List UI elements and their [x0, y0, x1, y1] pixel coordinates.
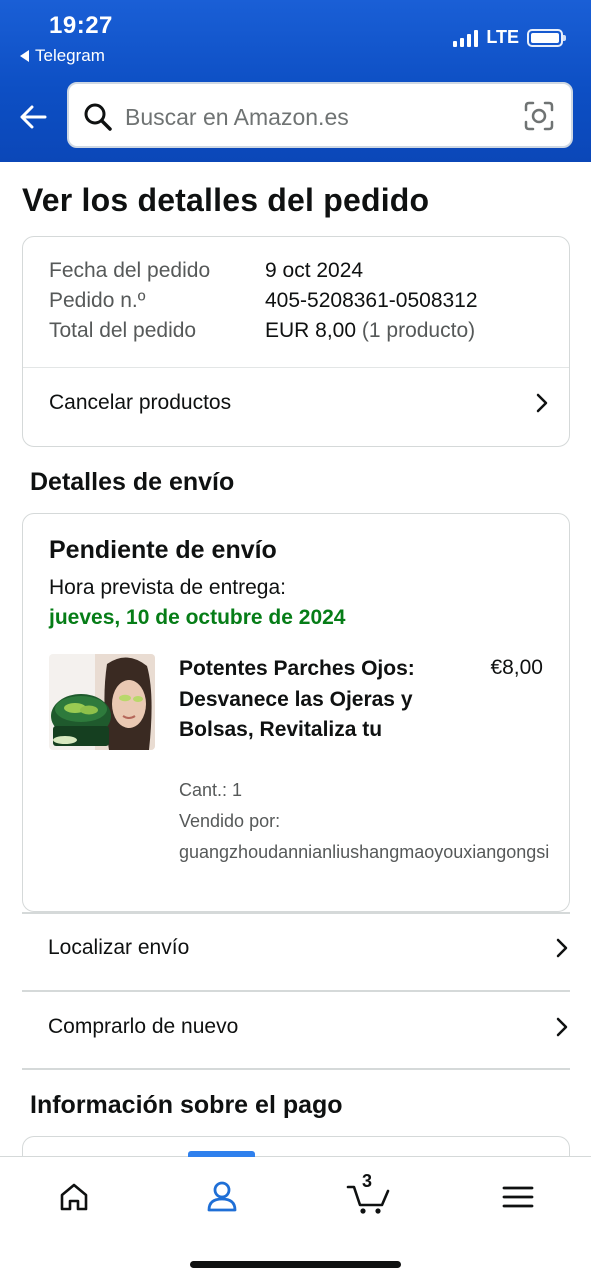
product-seller-label: Vendido por:	[179, 811, 281, 831]
chevron-right-icon	[556, 938, 568, 958]
menu-icon[interactable]	[498, 1177, 538, 1217]
camera-scan-icon[interactable]	[523, 100, 555, 132]
cart-count-badge: 3	[362, 1171, 373, 1191]
account-icon[interactable]	[202, 1177, 242, 1217]
cancel-products-link[interactable]: Cancelar productos	[49, 391, 549, 415]
search-placeholder: Buscar en Amazon.es	[125, 104, 349, 130]
back-triangle-icon	[20, 50, 29, 62]
order-summary-card: Fecha del pedido 9 oct 2024 Pedido n.º 4…	[22, 236, 570, 447]
battery-icon	[527, 28, 566, 47]
back-to-telegram-link[interactable]: Telegram	[20, 46, 105, 66]
order-total-count: (1 producto)	[361, 319, 476, 342]
divider	[22, 990, 570, 992]
product-quantity: Cant.: 1	[179, 780, 243, 800]
back-arrow-icon[interactable]	[18, 102, 48, 132]
track-shipment-link[interactable]: Localizar envío	[48, 936, 569, 960]
chevron-right-icon	[556, 1017, 568, 1037]
shipping-section-title: Detalles de envío	[30, 468, 235, 496]
order-total-row: Total del pedido EUR 8,00 (1 producto)	[49, 319, 475, 343]
track-shipment-label: Localizar envío	[48, 936, 190, 959]
product-image[interactable]	[49, 654, 155, 750]
home-icon[interactable]	[54, 1177, 94, 1217]
divider	[23, 367, 569, 368]
active-tab-indicator	[188, 1151, 255, 1157]
order-total-amount: EUR 8,00	[265, 319, 357, 342]
buy-again-label: Comprarlo de nuevo	[48, 1015, 239, 1038]
search-icon	[84, 103, 112, 131]
order-total-value: EUR 8,00 (1 producto)	[265, 319, 475, 343]
network-label: LTE	[486, 27, 519, 47]
cancel-products-label: Cancelar productos	[49, 391, 232, 414]
search-input[interactable]: Buscar en Amazon.es	[67, 82, 573, 148]
order-number-value: 405-5208361-0508312	[265, 289, 478, 312]
payment-section-title: Información sobre el pago	[30, 1091, 343, 1119]
divider	[22, 912, 570, 914]
product-price: €8,00	[490, 656, 543, 679]
cart-button[interactable]: 3	[346, 1171, 394, 1217]
home-indicator-bar	[190, 1261, 401, 1268]
bottom-navigation: 3	[0, 1151, 591, 1280]
divider	[22, 1068, 570, 1070]
product-title-link[interactable]: Potentes Parches Ojos: Desvanece las Oje…	[179, 654, 439, 746]
order-date-row: Fecha del pedido 9 oct 2024	[49, 259, 363, 283]
status-time: 19:27	[49, 12, 113, 39]
delivery-eta-label: Hora prevista de entrega:	[49, 576, 286, 599]
product-seller-link[interactable]: guangzhoudannianliushangmaoyouxiangongsi	[179, 842, 569, 863]
buy-again-link[interactable]: Comprarlo de nuevo	[48, 1015, 569, 1039]
order-date-label: Fecha del pedido	[49, 259, 211, 282]
status-indicators: LTE	[453, 27, 566, 48]
shipment-status: Pendiente de envío	[49, 536, 277, 564]
app-header: 19:27 Telegram LTE Buscar en Amazon.es	[0, 0, 591, 162]
order-number-label: Pedido n.º	[49, 289, 146, 312]
order-number-row: Pedido n.º 405-5208361-0508312	[49, 289, 478, 313]
back-app-label: Telegram	[35, 46, 105, 65]
order-total-label: Total del pedido	[49, 319, 197, 342]
chevron-right-icon	[536, 393, 548, 413]
shipment-card: Pendiente de envío Hora prevista de entr…	[22, 513, 570, 912]
signal-icon	[453, 29, 479, 47]
page-title: Ver los detalles del pedido	[22, 182, 430, 218]
delivery-eta-date: jueves, 10 de octubre de 2024	[49, 606, 346, 629]
order-date-value: 9 oct 2024	[265, 259, 364, 282]
